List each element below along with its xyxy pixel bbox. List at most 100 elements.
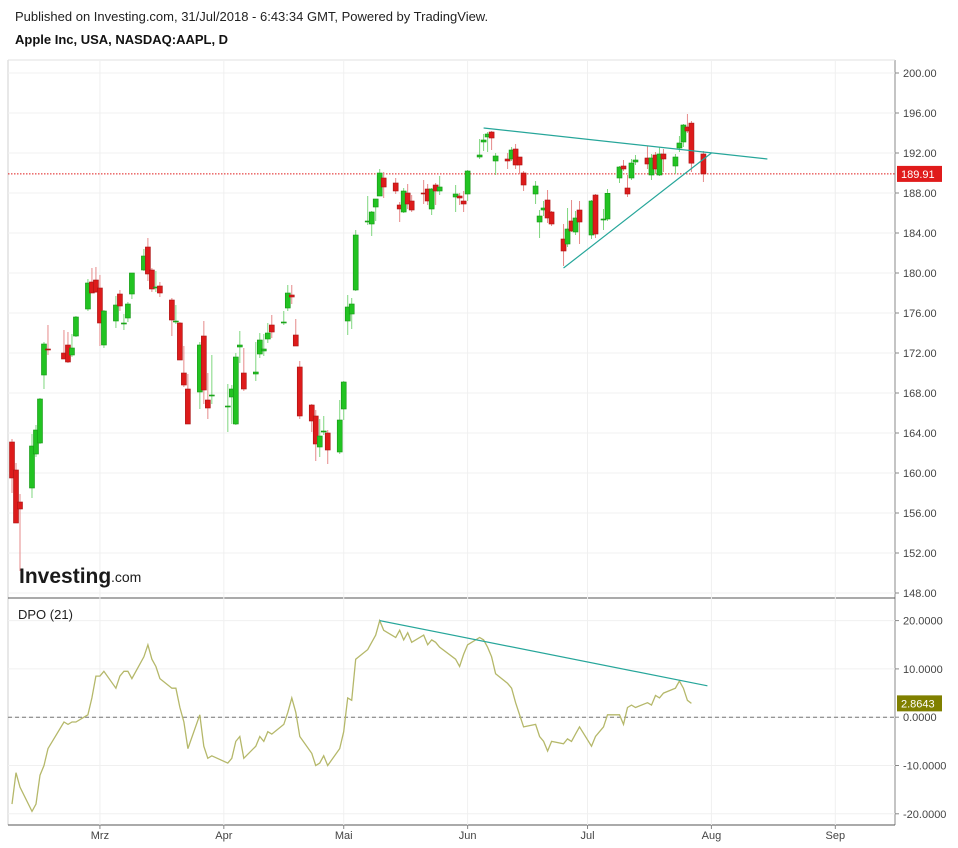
price-trendline <box>483 127 768 160</box>
candle-body <box>205 399 211 409</box>
x-tick-label: Sep <box>826 830 846 842</box>
dpo-tick-label: 0.0000 <box>903 712 937 724</box>
candle <box>352 230 359 291</box>
dpo-panel-title: DPO (21) <box>18 607 73 622</box>
candle <box>340 381 347 420</box>
candle <box>241 348 247 391</box>
candle-body <box>288 294 295 298</box>
y-tick-label: 176.00 <box>903 308 937 320</box>
x-tick-label: Apr <box>215 830 232 842</box>
y-tick-label: 180.00 <box>903 268 937 280</box>
dpo-tick-label: -20.0000 <box>903 809 946 821</box>
candle-body <box>252 371 259 375</box>
dpo-tick-label: 10.0000 <box>903 664 943 676</box>
candle-body <box>688 122 695 164</box>
chart-canvas[interactable]: 148.00 152.00 156.00 160.00 164.00 168.00 172.… <box>0 0 958 848</box>
candle-body <box>700 153 707 175</box>
candle <box>516 156 523 174</box>
candle <box>428 188 435 215</box>
candle <box>125 302 131 322</box>
candle-body <box>69 347 75 356</box>
candle <box>13 463 19 524</box>
candle-body <box>41 343 47 376</box>
candle-body <box>676 142 683 149</box>
y-tick-label: 160.00 <box>903 468 937 480</box>
candle-body <box>209 394 215 397</box>
candle-body <box>592 194 599 235</box>
candle-body <box>604 193 611 220</box>
candle <box>520 171 527 191</box>
candle-body <box>576 209 583 223</box>
candle-body <box>101 310 107 346</box>
candle-body <box>237 344 243 348</box>
candle-body <box>372 198 379 208</box>
candle-body <box>504 158 511 162</box>
candle-body <box>480 139 487 143</box>
candle-body <box>460 200 467 205</box>
candle-body <box>125 303 131 319</box>
candle <box>65 332 71 363</box>
candle <box>492 153 499 175</box>
y-tick-label: 172.00 <box>903 348 937 360</box>
candle <box>73 316 79 337</box>
dpo-axis[interactable]: -20.0000 -10.0000 0.0000 10.0000 20.0000 <box>895 616 946 821</box>
candle-body <box>169 299 175 321</box>
candle-body <box>129 272 135 295</box>
time-axis[interactable]: Mrz Apr Mai Jun Jul Aug Sep <box>91 825 845 842</box>
candle-body <box>260 348 267 352</box>
candle-body <box>320 430 327 433</box>
candle <box>452 185 459 212</box>
price-axis[interactable]: 148.00 152.00 156.00 160.00 164.00 168.00 172.… <box>895 68 937 600</box>
x-tick-label: Jun <box>459 830 477 842</box>
dpo-line <box>11 618 692 813</box>
candle-body <box>173 320 179 323</box>
candle-body <box>117 293 123 307</box>
candle-body <box>316 435 323 448</box>
y-tick-label: 156.00 <box>903 508 937 520</box>
candle <box>37 398 43 444</box>
candle <box>233 353 239 425</box>
candle-body <box>45 348 51 351</box>
candle-body <box>233 356 239 425</box>
y-tick-label: 184.00 <box>903 228 937 240</box>
candle-body <box>241 372 247 390</box>
candle-body <box>17 501 23 510</box>
candle <box>592 194 599 238</box>
candle <box>656 147 663 176</box>
candle-body <box>516 156 523 166</box>
candle <box>604 189 611 221</box>
candle <box>624 175 631 197</box>
x-tick-label: Mai <box>335 830 353 842</box>
y-tick-label: 168.00 <box>903 388 937 400</box>
dpo-trendlines[interactable] <box>379 620 708 687</box>
candle-body <box>532 185 539 195</box>
candle <box>17 494 23 571</box>
candle-body <box>256 339 263 355</box>
candle-body <box>632 159 639 163</box>
candle-body <box>264 332 271 340</box>
y-tick-label: 148.00 <box>903 588 937 600</box>
candle-body <box>177 322 183 361</box>
x-tick-label: Aug <box>702 830 722 842</box>
candle-body <box>280 321 287 324</box>
dpo-series <box>11 618 692 813</box>
candle <box>324 430 331 464</box>
candle <box>392 178 399 194</box>
last-price-tag: 189.91 <box>901 169 935 181</box>
candle-body <box>149 269 155 290</box>
candle-body <box>464 170 471 195</box>
candle <box>292 319 299 347</box>
dpo-tick-label: 20.0000 <box>903 616 943 628</box>
price-trendlines[interactable] <box>483 127 768 269</box>
candle-body <box>13 469 19 524</box>
candle-body <box>380 177 387 188</box>
candle <box>688 121 695 172</box>
candle <box>700 151 707 182</box>
candle-body <box>428 188 435 210</box>
candle-body <box>456 195 463 199</box>
candle <box>177 322 183 361</box>
candle-body <box>476 154 483 158</box>
candlestick-series <box>9 114 707 571</box>
candle-body <box>672 156 679 167</box>
candle <box>536 210 543 238</box>
